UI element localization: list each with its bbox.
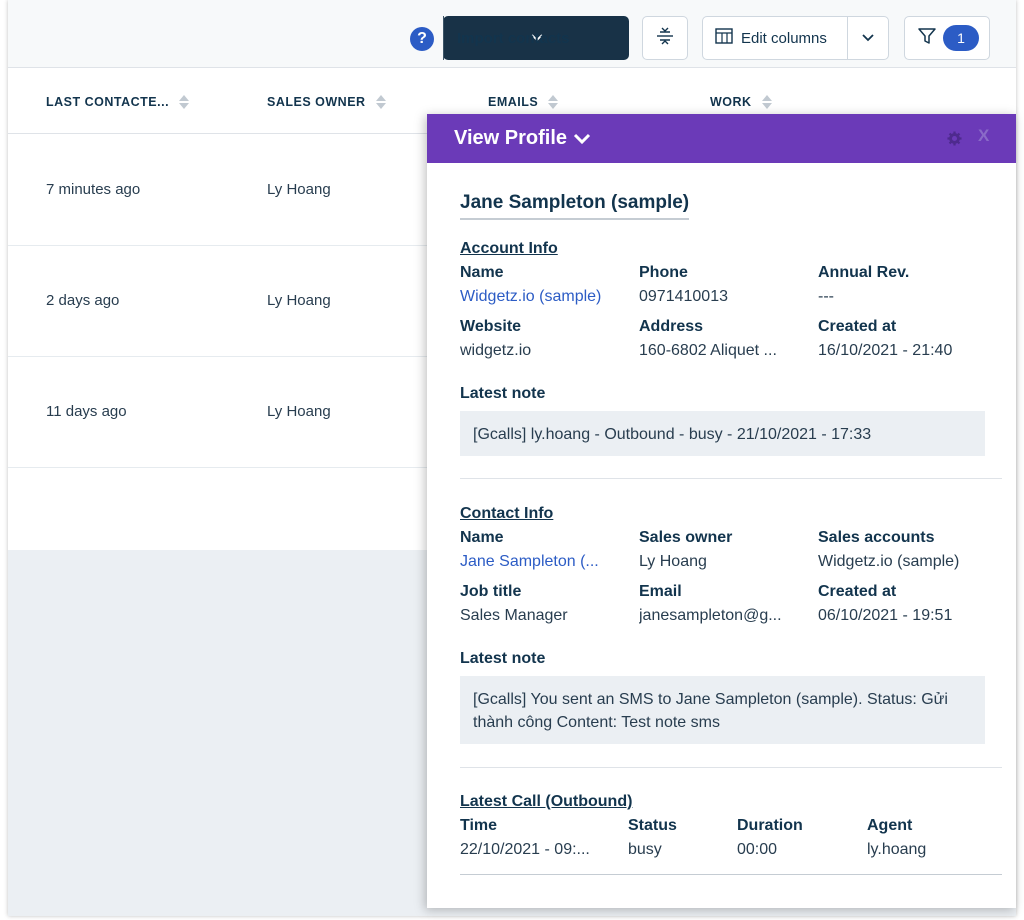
- sales-accounts-value: Widgetz.io (sample): [818, 553, 960, 570]
- sales-owner-cell: Ly Hoang: [267, 181, 331, 198]
- account-name-link[interactable]: Widgetz.io (sample): [460, 288, 630, 306]
- import-contacts-label: Import contacts: [457, 29, 570, 47]
- edit-columns-button[interactable]: Edit columns: [702, 16, 889, 60]
- call-status-label: Status: [628, 817, 677, 834]
- contact-created-label: Created at: [818, 583, 897, 600]
- last-contacted-cell: 11 days ago: [46, 403, 127, 420]
- website-label: Website: [460, 318, 522, 335]
- import-contacts-button[interactable]: Import contacts: [443, 16, 629, 60]
- help-icon[interactable]: ?: [410, 27, 434, 51]
- phone-value: 0971410013: [639, 288, 728, 305]
- column-header-last-contacted[interactable]: LAST CONTACTE...: [46, 94, 190, 110]
- job-title-value: Sales Manager: [460, 607, 568, 624]
- column-header-sales-owner[interactable]: SALES OWNER: [267, 94, 386, 110]
- column-header-emails[interactable]: EMAILS: [488, 94, 559, 110]
- section-divider: [460, 478, 1002, 479]
- account-name-label: Name: [460, 264, 504, 281]
- contact-created-value: 06/10/2021 - 19:51: [818, 607, 953, 624]
- last-contacted-cell: 2 days ago: [46, 292, 120, 309]
- filter-button[interactable]: 1: [904, 16, 990, 60]
- latest-call-title: Latest Call (Outbound): [460, 793, 633, 810]
- call-status-value: busy: [628, 841, 662, 858]
- call-duration-label: Duration: [737, 817, 803, 834]
- sales-owner-cell: Ly Hoang: [267, 403, 331, 420]
- phone-label: Phone: [639, 264, 688, 281]
- section-divider: [460, 874, 1002, 875]
- call-agent-label: Agent: [867, 817, 913, 834]
- call-duration-value: 00:00: [737, 841, 778, 858]
- columns-icon: [715, 28, 733, 48]
- chevron-down-icon[interactable]: [848, 34, 888, 42]
- column-header-work[interactable]: WORK: [710, 94, 772, 110]
- contact-latest-note: [Gcalls] You sent an SMS to Jane Samplet…: [460, 676, 985, 744]
- sort-icon[interactable]: [548, 94, 559, 110]
- filter-count-badge: 1: [943, 25, 979, 51]
- account-latest-note: [Gcalls] ly.hoang - Outbound - busy - 21…: [460, 411, 985, 456]
- email-value: janesampleton@g...: [639, 607, 782, 624]
- contact-name: Jane Sampleton (sample): [460, 192, 690, 220]
- annual-revenue-label: Annual Rev.: [818, 264, 910, 281]
- sales-owner-value: Ly Hoang: [639, 553, 707, 570]
- panel-title[interactable]: View Profile: [454, 127, 567, 150]
- call-agent-value: ly.hoang: [867, 841, 927, 858]
- contact-name-link[interactable]: Jane Sampleton (...: [460, 553, 620, 571]
- sales-owner-cell: Ly Hoang: [267, 292, 331, 309]
- sort-icon[interactable]: [179, 94, 190, 110]
- gear-icon[interactable]: [947, 131, 962, 151]
- address-value: 160-6802 Aliquet ...: [639, 342, 777, 359]
- contact-name-label: Name: [460, 529, 504, 546]
- call-time-label: Time: [460, 817, 498, 834]
- view-profile-panel: View Profile X Jane Sampleton (sample) A…: [427, 114, 1016, 908]
- filter-icon: [917, 26, 937, 51]
- account-latest-note-label: Latest note: [460, 385, 546, 402]
- panel-header: View Profile X: [427, 114, 1016, 163]
- close-icon[interactable]: X: [978, 126, 989, 146]
- sort-icon[interactable]: [375, 94, 386, 110]
- email-label: Email: [639, 583, 682, 600]
- account-info-title: Account Info: [460, 240, 558, 257]
- toolbar: ? Import contacts Edit columns 1: [8, 0, 1016, 68]
- density-icon: [655, 26, 675, 51]
- edit-columns-label: Edit columns: [741, 29, 827, 47]
- address-label: Address: [639, 318, 704, 335]
- row-density-button[interactable]: [642, 16, 688, 60]
- annual-revenue-value: ---: [818, 288, 834, 305]
- account-created-value: 16/10/2021 - 21:40: [818, 342, 953, 359]
- sales-accounts-label: Sales accounts: [818, 529, 935, 546]
- website-value: widgetz.io: [460, 342, 532, 359]
- sales-owner-label: Sales owner: [639, 529, 733, 546]
- job-title-label: Job title: [460, 583, 522, 600]
- contact-latest-note-label: Latest note: [460, 650, 546, 667]
- sort-icon[interactable]: [761, 94, 772, 110]
- section-divider: [460, 767, 1002, 768]
- contact-info-title: Contact Info: [460, 505, 554, 522]
- account-created-label: Created at: [818, 318, 897, 335]
- chevron-down-icon[interactable]: [573, 133, 591, 145]
- call-time-value: 22/10/2021 - 09:...: [460, 841, 590, 858]
- last-contacted-cell: 7 minutes ago: [46, 181, 141, 198]
